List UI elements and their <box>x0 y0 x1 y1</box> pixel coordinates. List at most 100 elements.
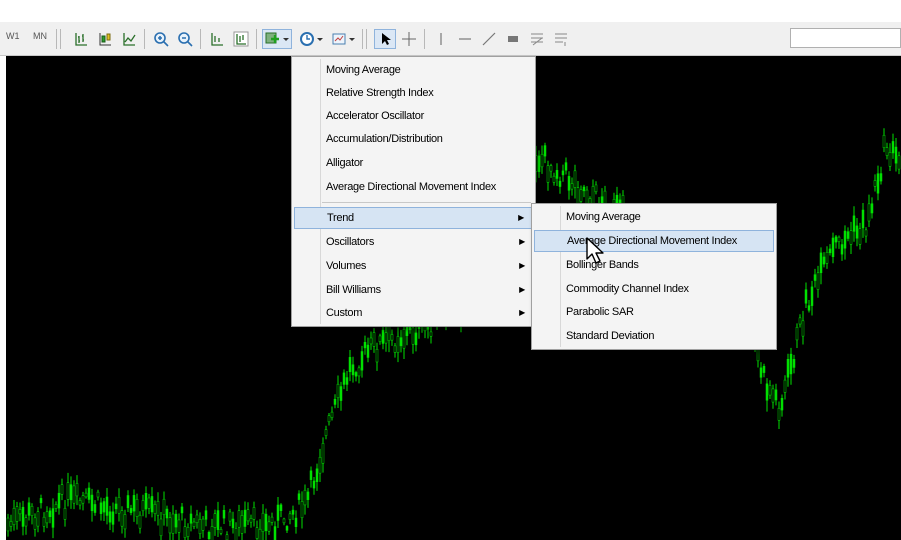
candle-body <box>192 521 196 527</box>
candle-body <box>285 526 289 531</box>
candle-body <box>201 518 205 531</box>
candle-body <box>345 377 349 385</box>
candle-body <box>783 379 787 393</box>
submenu-item-commodity-channel-index[interactable]: Commodity Channel Index <box>534 278 774 300</box>
menu-item-average-directional-movement-index[interactable]: Average Directional Movement Index <box>294 176 533 198</box>
timeframe-w1-button[interactable]: W1 <box>6 31 20 41</box>
candle-body <box>318 456 322 474</box>
candle-body <box>165 508 169 519</box>
submenu-arrow-icon: ▶ <box>519 237 525 246</box>
menu-item-accelerator-oscillator[interactable]: Accelerator Oscillator <box>294 105 533 127</box>
candle-body <box>327 415 331 423</box>
candle-body <box>204 510 208 520</box>
submenu-item-parabolic-sar[interactable]: Parabolic SAR <box>534 301 774 323</box>
candlestick-chart-icon[interactable] <box>94 29 116 49</box>
submenu-item-bollinger-bands[interactable]: Bollinger Bands <box>534 254 774 276</box>
candle-body <box>897 155 901 170</box>
candle-body <box>12 508 16 525</box>
candle-body <box>288 513 292 520</box>
submenu-item-standard-deviation[interactable]: Standard Deviation <box>534 325 774 347</box>
menu-item-accumulation-distribution[interactable]: Accumulation/Distribution <box>294 128 533 150</box>
candle-body <box>321 443 325 464</box>
candle-body <box>48 510 52 517</box>
candle-body <box>33 517 37 530</box>
candle-body <box>381 329 385 344</box>
candle-body <box>102 501 106 513</box>
vertical-line-icon[interactable] <box>430 29 452 49</box>
candle-body <box>249 518 253 523</box>
zoom-out-icon[interactable] <box>174 29 196 49</box>
horizontal-line-icon[interactable] <box>454 29 476 49</box>
symbol-search-field[interactable] <box>790 28 901 48</box>
tile-windows-icon[interactable] <box>206 29 228 49</box>
cursor-icon[interactable] <box>374 29 396 49</box>
menu-item-moving-average[interactable]: Moving Average <box>294 59 533 81</box>
menu-item-volumes[interactable]: Volumes ▶ <box>294 255 533 277</box>
text-icon[interactable] <box>550 29 572 49</box>
candle-body <box>777 407 781 421</box>
candle-body <box>309 470 313 480</box>
bar-chart-icon[interactable] <box>70 29 92 49</box>
toolbar-separator <box>424 29 425 49</box>
menu-item-custom[interactable]: Custom ▶ <box>294 302 533 324</box>
periodicity-icon[interactable] <box>298 29 326 49</box>
candle-body <box>99 502 103 514</box>
menu-item-oscillators[interactable]: Oscillators ▶ <box>294 231 533 253</box>
candle-body <box>414 332 418 346</box>
candle-body <box>774 389 778 401</box>
candle-body <box>180 506 184 514</box>
candle-body <box>540 153 544 168</box>
menu-item-relative-strength-index[interactable]: Relative Strength Index <box>294 82 533 104</box>
zoom-in-icon[interactable] <box>150 29 172 49</box>
candle-body <box>828 248 832 254</box>
candle-body <box>861 209 865 229</box>
candle-body <box>576 187 580 205</box>
candle-body <box>126 495 130 509</box>
submenu-item-average-directional-movement-index[interactable]: Average Directional Movement Index <box>534 230 774 252</box>
candle-body <box>546 165 550 183</box>
candle-body <box>798 317 802 325</box>
candle-body <box>402 329 406 349</box>
candle-body <box>810 286 814 306</box>
candle-body <box>366 344 370 358</box>
menu-item-bill-williams[interactable]: Bill Williams ▶ <box>294 279 533 301</box>
toolbar-separator <box>200 29 201 49</box>
templates-icon[interactable] <box>330 29 358 49</box>
candle-body <box>21 506 25 527</box>
candle-body <box>549 165 553 172</box>
crosshair-icon[interactable] <box>398 29 420 49</box>
candle-body <box>819 252 823 274</box>
timeframe-mn-button[interactable]: MN <box>33 31 47 41</box>
candle-body <box>360 351 364 371</box>
indicators-icon[interactable] <box>262 29 292 49</box>
title-strip <box>0 0 901 22</box>
candle-body <box>198 518 202 534</box>
menu-item-trend[interactable]: Trend ▶ <box>294 207 533 229</box>
candle-body <box>228 511 232 522</box>
submenu-arrow-icon: ▶ <box>519 308 525 317</box>
candle-body <box>855 225 859 239</box>
candle-body <box>114 503 118 510</box>
rectangle-icon[interactable] <box>502 29 524 49</box>
fibonacci-icon[interactable] <box>526 29 548 49</box>
candle-body <box>795 327 799 341</box>
candle-body <box>336 383 340 399</box>
candle-body <box>189 513 193 524</box>
line-chart-icon[interactable] <box>118 29 140 49</box>
candle-body <box>156 500 160 516</box>
candle-body <box>375 348 379 363</box>
candle-body <box>813 274 817 281</box>
candle-body <box>786 359 790 378</box>
candle-body <box>567 176 571 191</box>
candle-body <box>312 480 316 489</box>
menu-item-alligator[interactable]: Alligator <box>294 152 533 174</box>
submenu-item-moving-average[interactable]: Moving Average <box>534 206 774 228</box>
auto-scroll-icon[interactable] <box>230 29 252 49</box>
candle-body <box>75 483 79 497</box>
trend-line-icon[interactable] <box>478 29 500 49</box>
candle-body <box>324 429 328 436</box>
candle-body <box>372 332 376 347</box>
candle-body <box>339 386 343 401</box>
candle-body <box>213 513 217 528</box>
candle-body <box>573 170 577 188</box>
